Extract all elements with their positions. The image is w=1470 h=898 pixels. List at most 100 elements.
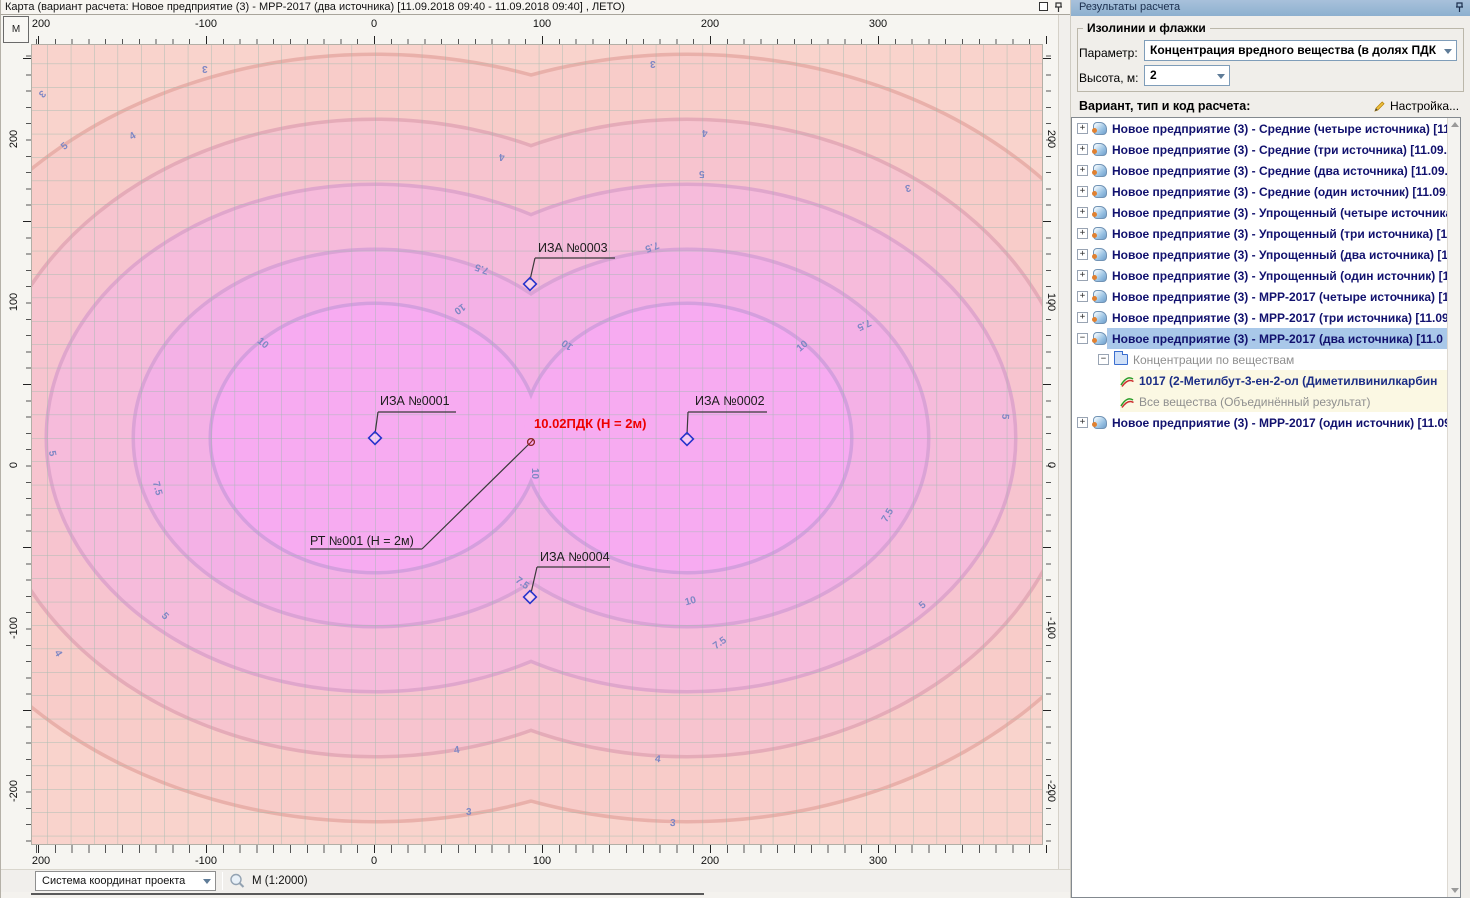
param-dropdown[interactable]: Концентрация вредного вещества (в долях … [1144, 40, 1457, 61]
contour-value-label: 4 [702, 127, 708, 138]
contour-value-label: 4 [654, 754, 661, 766]
isolines-group-title: Изолинии и флажки [1083, 21, 1210, 35]
tree-item-label: Новое предприятие (3) - Упрощенный (два … [1112, 248, 1447, 262]
tree-item[interactable]: + Новое предприятие (3) - МРР-2017 (три … [1072, 307, 1447, 328]
ruler-left-label: 200 [8, 130, 20, 148]
contour-value-label: 5 [999, 413, 1010, 420]
ruler-right-label: -200 [1045, 780, 1057, 802]
tree-item[interactable]: + Новое предприятие (3) - Средние (три и… [1072, 139, 1447, 160]
ruler-top-label: 300 [869, 18, 887, 30]
variants-label: Вариант, тип и код расчета: [1079, 99, 1250, 113]
ruler-right-ticks [1043, 44, 1051, 845]
expand-icon[interactable]: + [1077, 144, 1088, 155]
variants-tree: + Новое предприятие (3) - Средние (четыр… [1071, 117, 1461, 898]
expand-icon[interactable]: + [1077, 312, 1088, 323]
variant-icon [1093, 311, 1107, 324]
tree-item-label: Новое предприятие (3) - Упрощенный (один… [1112, 269, 1447, 283]
ruler-top: М 200 -100 0 100 200 300 [1, 15, 1058, 44]
variant-icon [1093, 164, 1107, 177]
variant-icon [1093, 122, 1107, 135]
ruler-right-label: -100 [1045, 617, 1057, 639]
tree-item-label: Новое предприятие (3) - МРР-2017 (три ис… [1112, 311, 1447, 325]
tree-item[interactable]: + Новое предприятие (3) - МРР-2017 (четы… [1072, 286, 1447, 307]
tree-item[interactable]: + Новое предприятие (3) - Упрощенный (тр… [1072, 223, 1447, 244]
expand-icon[interactable]: + [1077, 249, 1088, 260]
param-label: Параметр: [1079, 46, 1138, 60]
map-canvas[interactable]: 3333334444445555557.57.57.57.57.57.57.51… [31, 44, 1043, 845]
scroll-up-icon[interactable] [1451, 122, 1459, 127]
tree-item-label: Концентрации по веществам [1133, 353, 1294, 367]
tree-item[interactable]: + Новое предприятие (3) - Упрощенный (че… [1072, 202, 1447, 223]
ruler-top-label: 200 [32, 18, 50, 30]
coord-system-value: Система координат проекта [42, 875, 185, 887]
ruler-left-label: 100 [8, 293, 20, 311]
ruler-unit-box: М [3, 16, 29, 43]
pin-icon[interactable] [1455, 2, 1464, 13]
tree-item[interactable]: + Новое предприятие (3) - Средние (два и… [1072, 160, 1447, 181]
tree-item-label: Новое предприятие (3) - Средние (два ист… [1112, 164, 1447, 178]
chevron-down-icon [203, 879, 211, 884]
tree-child-concentrations[interactable]: − Концентрации по веществам [1072, 349, 1447, 370]
ruler-bottom-label: -100 [195, 855, 217, 867]
tree-item-selected[interactable]: − Новое предприятие (3) - МРР-2017 (два … [1072, 328, 1447, 349]
expand-icon[interactable]: + [1077, 186, 1088, 197]
map-grid [32, 45, 1043, 845]
ruler-right-label: 200 [1045, 130, 1057, 148]
tree-item[interactable]: + Новое предприятие (3) - Упрощенный (дв… [1072, 244, 1447, 265]
variant-icon [1093, 332, 1107, 345]
tree-item[interactable]: + Новое предприятие (3) - Упрощенный (од… [1072, 265, 1447, 286]
collapse-icon[interactable]: − [1098, 354, 1109, 365]
tree-item-label: Новое предприятие (3) - Упрощенный (три … [1112, 227, 1447, 241]
label-max-concentration: 10.02ПДК (Н = 2м) [534, 416, 646, 431]
results-panel: Результаты расчета Изолинии и флажки Пар… [1070, 0, 1470, 898]
tree-item-label: Новое предприятие (3) - МРР-2017 (два ис… [1112, 332, 1443, 346]
tree-substance-item[interactable]: Все вещества (Объединённый результат) [1072, 391, 1447, 412]
ruler-top-label: 200 [701, 18, 719, 30]
ruler-right-label: 0 [1045, 462, 1057, 468]
height-dropdown[interactable]: 2 [1144, 65, 1230, 86]
legend-box-partial [31, 893, 704, 897]
ruler-left-ticks [23, 44, 31, 845]
param-value: Концентрация вредного вещества (в долях … [1150, 43, 1436, 57]
ruler-top-label: 0 [371, 18, 377, 30]
statusbar-divider [222, 872, 223, 890]
pin-icon[interactable] [1054, 2, 1063, 13]
tree-substance-item[interactable]: 1017 (2-Метилбут-3-ен-2-ол (Диметилвинил… [1072, 370, 1447, 391]
collapse-icon[interactable]: − [1077, 333, 1088, 344]
label-iza-0002: ИЗА №0002 [695, 394, 765, 408]
expand-icon[interactable]: + [1077, 207, 1088, 218]
expand-icon[interactable]: + [1077, 270, 1088, 281]
map-window-titlebar[interactable]: Карта (вариант расчета: Новое предприяти… [1, 0, 1071, 15]
tree-item-label: Новое предприятие (3) - Упрощенный (четы… [1112, 206, 1447, 220]
ruler-bottom-label: 0 [371, 855, 377, 867]
tree-item[interactable]: + Новое предприятие (3) - МРР-2017 (один… [1072, 412, 1447, 433]
settings-link[interactable]: Настройка... [1373, 99, 1459, 113]
ruler-bottom-label: 200 [32, 855, 50, 867]
coord-system-combobox[interactable]: Система координат проекта [35, 871, 216, 891]
map-scale-label: М (1:2000) [252, 875, 308, 887]
expand-icon[interactable]: + [1077, 228, 1088, 239]
label-iza-0004: ИЗА №0004 [540, 550, 610, 564]
ruler-top-label: 100 [533, 18, 551, 30]
expand-icon[interactable]: + [1077, 123, 1088, 134]
results-panel-title: Результаты расчета [1079, 1, 1180, 13]
ruler-bottom-ticks [31, 845, 1058, 853]
contour-value-label: 4 [499, 151, 505, 162]
scroll-down-icon[interactable] [1451, 888, 1459, 893]
tree-item[interactable]: + Новое предприятие (3) - Средние (четыр… [1072, 118, 1447, 139]
map-window-title: Карта (вариант расчета: Новое предприяти… [5, 1, 625, 13]
label-calc-point: РТ №001 (Н = 2м) [310, 534, 414, 548]
expand-icon[interactable]: + [1077, 291, 1088, 302]
results-panel-header[interactable]: Результаты расчета [1071, 0, 1470, 16]
isolines-result-icon [1120, 395, 1134, 408]
restore-window-icon[interactable] [1039, 2, 1048, 11]
chevron-down-icon [1217, 74, 1225, 79]
variant-icon [1093, 248, 1107, 261]
expand-icon[interactable]: + [1077, 165, 1088, 176]
label-iza-0003: ИЗА №0003 [538, 241, 608, 255]
tree-scrollbar[interactable] [1447, 118, 1460, 897]
chevron-down-icon [1444, 49, 1452, 54]
magnifier-icon[interactable] [228, 872, 246, 890]
tree-item[interactable]: + Новое предприятие (3) - Средние (один … [1072, 181, 1447, 202]
expand-icon[interactable]: + [1077, 417, 1088, 428]
